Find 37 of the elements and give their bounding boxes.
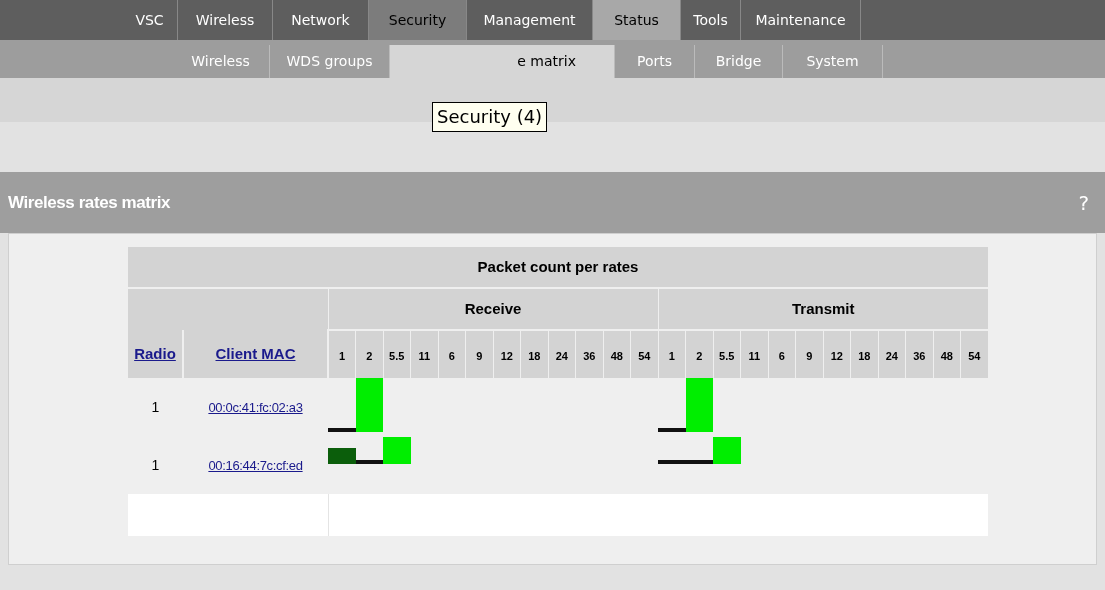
rate-header: 24 [555, 349, 568, 362]
column-group-header: Transmit [658, 288, 988, 330]
table-title: Packet count per rates [128, 247, 988, 288]
rate-header: 11 [418, 349, 431, 362]
radio-cell: 1 [151, 457, 160, 473]
rate-header: 36 [583, 349, 596, 362]
rate-header: 48 [610, 349, 623, 362]
panel-title: Wireless rates matrix [8, 191, 170, 214]
rate-header: 18 [858, 349, 871, 362]
nav-tab[interactable]: Status [593, 0, 681, 40]
rate-header: 9 [806, 349, 813, 362]
rate-header: 48 [940, 349, 953, 362]
rate-header: 1 [668, 349, 675, 362]
rate-header: 54 [638, 349, 651, 362]
rate-header: 6 [778, 349, 785, 362]
rate-header: 24 [885, 349, 898, 362]
nav-tab[interactable]: Security [369, 0, 467, 40]
rate-header: 1 [338, 349, 346, 362]
rate-header: 2 [366, 349, 373, 362]
rate-header: 6 [448, 349, 455, 362]
rate-header: 2 [696, 349, 703, 362]
rate-header: 9 [476, 349, 483, 362]
mac-link[interactable]: 00:0c:41:fc:02:a3 [208, 400, 303, 415]
rate-header: 5.5 [719, 349, 735, 362]
tooltip: Security (4) [432, 102, 548, 132]
rate-header: 36 [913, 349, 926, 362]
mac-link[interactable]: 00:16:44:7c:cf:ed [208, 458, 303, 473]
sub-tab[interactable]: e matrix [390, 45, 615, 78]
column-group-header: Receive [328, 288, 658, 330]
rate-header: 12 [830, 349, 843, 362]
rate-header: 5.5 [389, 349, 405, 362]
rate-header: 18 [528, 349, 541, 362]
radio-cell: 1 [151, 399, 160, 415]
rate-header: 12 [500, 349, 513, 362]
column-header-link[interactable]: Client MAC [215, 345, 296, 362]
rate-header: 54 [968, 349, 981, 362]
rate-header: 11 [748, 349, 761, 362]
